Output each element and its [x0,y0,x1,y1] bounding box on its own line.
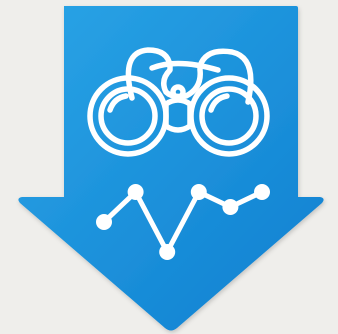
trend-point-2 [127,184,144,200]
trend-point-3 [159,244,176,260]
trend-point-4 [190,184,207,200]
down-arrow-icon [18,6,324,331]
trend-point-1 [96,214,112,230]
trend-point-6 [254,184,270,200]
download-insights-icon [0,0,338,334]
icon-artwork [18,6,324,331]
trend-point-5 [222,199,239,215]
